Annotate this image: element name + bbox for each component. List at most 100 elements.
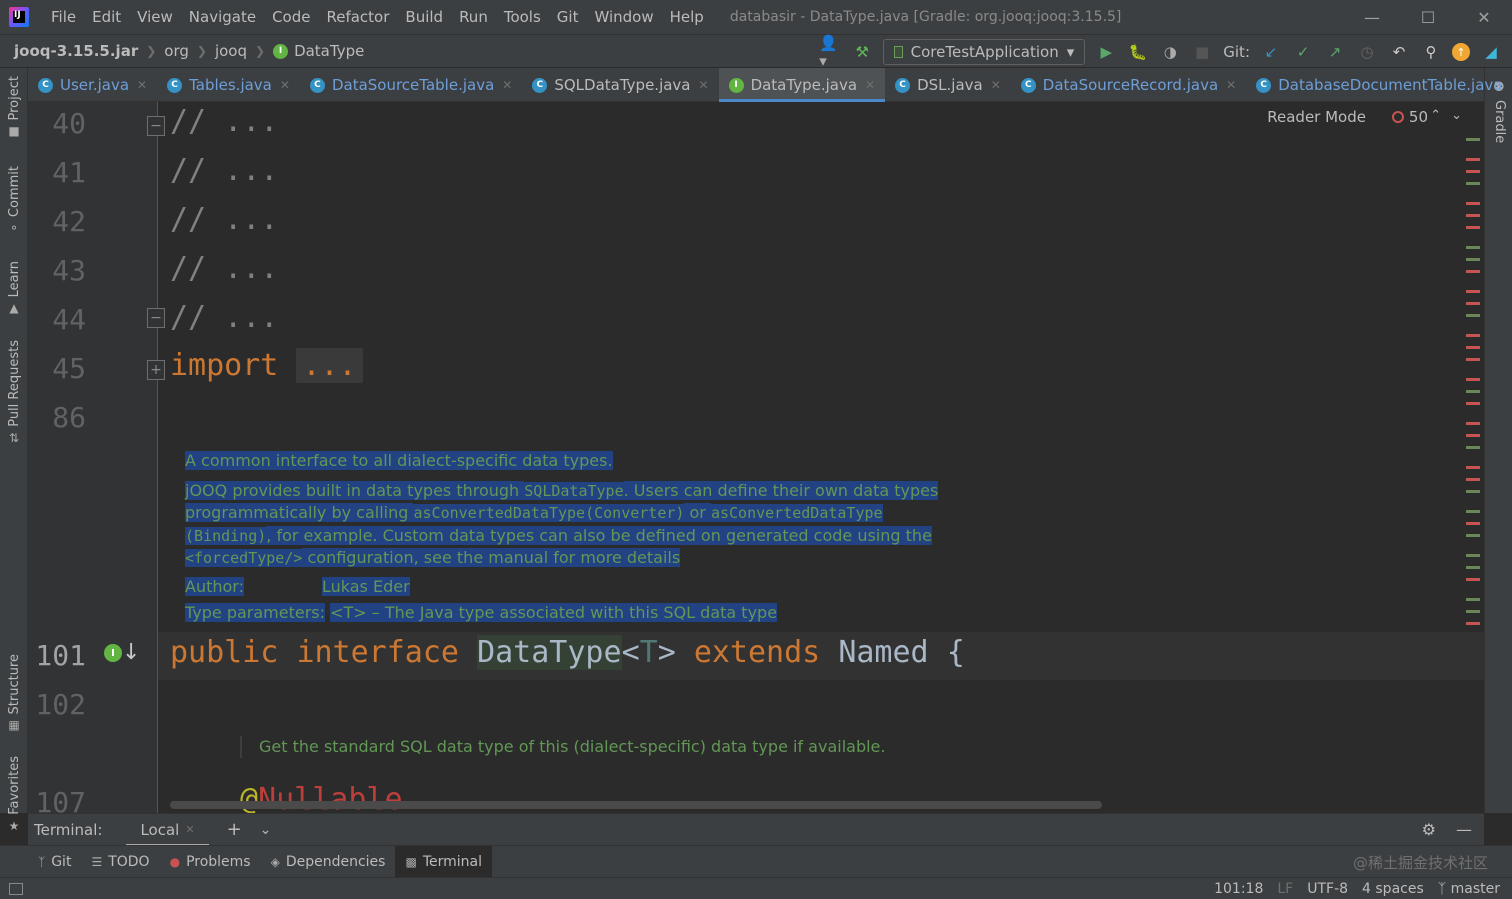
tool-todo[interactable]: ☰ TODO (81, 846, 159, 878)
tool-project[interactable]: Project ■ (0, 76, 28, 138)
folded-imports[interactable]: ... (296, 348, 363, 383)
error-stripe-mark[interactable] (1466, 390, 1480, 393)
error-stripe-mark[interactable] (1466, 290, 1480, 293)
close-tab-icon[interactable]: ✕ (699, 78, 709, 92)
tool-git[interactable]: ᛉ Git (28, 846, 81, 878)
error-stripe-mark[interactable] (1466, 522, 1480, 525)
error-stripe-mark[interactable] (1466, 446, 1480, 449)
error-stripe-mark[interactable] (1466, 214, 1480, 217)
breadcrumb-datatype[interactable]: DataType (294, 42, 364, 60)
close-tab-icon[interactable]: ✕ (1226, 78, 1236, 92)
code-with-me-icon[interactable]: ◢ (1480, 41, 1502, 63)
error-stripe-mark[interactable] (1466, 158, 1480, 161)
menu-tools[interactable]: Tools (496, 0, 549, 34)
menu-file[interactable]: File (43, 0, 84, 34)
error-stripe-mark[interactable] (1466, 466, 1480, 469)
menu-code[interactable]: Code (264, 0, 318, 34)
rendered-javadoc[interactable]: Get the standard SQL data type of this (… (240, 736, 885, 758)
terminal-tab-local[interactable]: Local ✕ (126, 814, 209, 846)
indent-setting[interactable]: 4 spaces (1362, 881, 1424, 897)
tool-windows-toggle-icon[interactable] (9, 882, 23, 895)
ide-update-icon[interactable]: ↑ (1452, 43, 1470, 61)
tool-favorites[interactable]: Favorites ★ (0, 756, 28, 833)
error-stripe-mark[interactable] (1466, 510, 1480, 513)
maximize-button[interactable]: ☐ (1400, 0, 1456, 34)
tool-learn[interactable]: Learn ▲ (0, 261, 28, 315)
tab-datasourcerecord-java[interactable]: C DataSourceRecord.java ✕ (1011, 68, 1246, 102)
close-tab-icon[interactable]: ✕ (865, 78, 875, 92)
tool-pull-requests[interactable]: Pull Requests ⇅ (0, 340, 28, 445)
tool-terminal[interactable]: ▩ Terminal (395, 845, 492, 878)
menu-build[interactable]: Build (397, 0, 451, 34)
fold-collapse-icon[interactable]: − (147, 116, 165, 136)
error-stripe-mark[interactable] (1466, 346, 1480, 349)
error-stripe-mark[interactable] (1466, 422, 1480, 425)
error-stripe-mark[interactable] (1466, 490, 1480, 493)
reader-mode-button[interactable]: Reader Mode (1267, 108, 1366, 126)
menu-view[interactable]: View (129, 0, 181, 34)
problem-navigation[interactable]: ⌃⌄ (1430, 108, 1472, 123)
error-stripe-mark[interactable] (1466, 226, 1480, 229)
git-push-icon[interactable]: ↗ (1324, 41, 1346, 63)
error-stripe-mark[interactable] (1466, 566, 1480, 569)
tab-dsl-java[interactable]: C DSL.java ✕ (885, 68, 1011, 102)
error-stripe-mark[interactable] (1466, 578, 1480, 581)
error-stripe-mark[interactable] (1466, 610, 1480, 613)
tab-databasedocumenttable-java[interactable]: C DatabaseDocumentTable.java ✕ (1246, 68, 1512, 102)
caret-position[interactable]: 101:18 (1214, 881, 1263, 897)
horizontal-scrollbar[interactable] (170, 801, 1102, 809)
new-terminal-plus-icon[interactable]: + (227, 819, 242, 840)
rendered-javadoc[interactable]: A common interface to all dialect-specif… (185, 450, 939, 624)
breadcrumb-org[interactable]: org (164, 42, 189, 60)
error-stripe-mark[interactable] (1466, 534, 1480, 537)
error-stripe-mark[interactable] (1466, 402, 1480, 405)
menu-git[interactable]: Git (549, 0, 587, 34)
stop-icon[interactable]: ■ (1191, 41, 1213, 63)
code-editor[interactable]: 40 41 42 43 44 45 86 101 102 107 I ↓ − −… (28, 102, 1484, 813)
error-stripe[interactable] (1464, 138, 1480, 668)
implemented-interface-icon[interactable]: I (104, 644, 122, 662)
chevron-down-icon[interactable]: ⌄ (260, 822, 272, 838)
build-hammer-icon[interactable]: ⚒ (851, 41, 873, 63)
tab-user-java[interactable]: C User.java ✕ (28, 68, 157, 102)
gear-icon[interactable]: ⚙ (1422, 820, 1436, 839)
error-stripe-mark[interactable] (1466, 478, 1480, 481)
chevron-down-icon[interactable]: ⌄ (1451, 108, 1472, 123)
menu-run[interactable]: Run (451, 0, 496, 34)
tab-datatype-java[interactable]: I DataType.java ✕ (718, 68, 886, 102)
tool-problems[interactable]: ● Problems (160, 846, 261, 878)
go-to-implementations-arrow-icon[interactable]: ↓ (122, 640, 140, 665)
error-stripe-mark[interactable] (1466, 258, 1480, 261)
chevron-up-icon[interactable]: ⌃ (1430, 108, 1451, 123)
error-stripe-mark[interactable] (1466, 170, 1480, 173)
breadcrumb-jar[interactable]: jooq-3.15.5.jar (14, 42, 138, 60)
file-encoding[interactable]: UTF-8 (1307, 881, 1348, 897)
error-stripe-mark[interactable] (1466, 598, 1480, 601)
close-tab-icon[interactable]: ✕ (185, 823, 194, 836)
hide-panel-icon[interactable]: — (1456, 820, 1472, 839)
tool-commit[interactable]: Commit ⚬ (0, 166, 28, 235)
run-icon[interactable]: ▶ (1095, 41, 1117, 63)
fold-expand-icon[interactable]: + (147, 360, 165, 380)
menu-refactor[interactable]: Refactor (318, 0, 397, 34)
tool-structure[interactable]: Structure ▦ (0, 654, 28, 732)
close-tab-icon[interactable]: ✕ (502, 78, 512, 92)
error-stripe-mark[interactable] (1466, 554, 1480, 557)
coverage-icon[interactable]: ◑ (1159, 41, 1181, 63)
breadcrumb-jooq[interactable]: jooq (215, 42, 247, 60)
error-stripe-mark[interactable] (1466, 138, 1480, 141)
error-stripe-mark[interactable] (1466, 182, 1480, 185)
error-stripe-mark[interactable] (1466, 246, 1480, 249)
git-update-icon[interactable]: ↙ (1260, 41, 1282, 63)
close-tab-icon[interactable]: ✕ (991, 78, 1001, 92)
fold-collapse-icon[interactable]: − (147, 308, 165, 328)
search-icon[interactable]: ⚲ (1420, 41, 1442, 63)
error-stripe-mark[interactable] (1466, 302, 1480, 305)
history-icon[interactable]: ◷ (1356, 41, 1378, 63)
menu-help[interactable]: Help (662, 0, 712, 34)
error-stripe-mark[interactable] (1466, 202, 1480, 205)
tab-datasourcetable-java[interactable]: C DataSourceTable.java ✕ (300, 68, 522, 102)
error-stripe-mark[interactable] (1466, 434, 1480, 437)
line-separator[interactable]: LF (1277, 881, 1293, 897)
debug-icon[interactable]: 🐛 (1127, 41, 1149, 63)
